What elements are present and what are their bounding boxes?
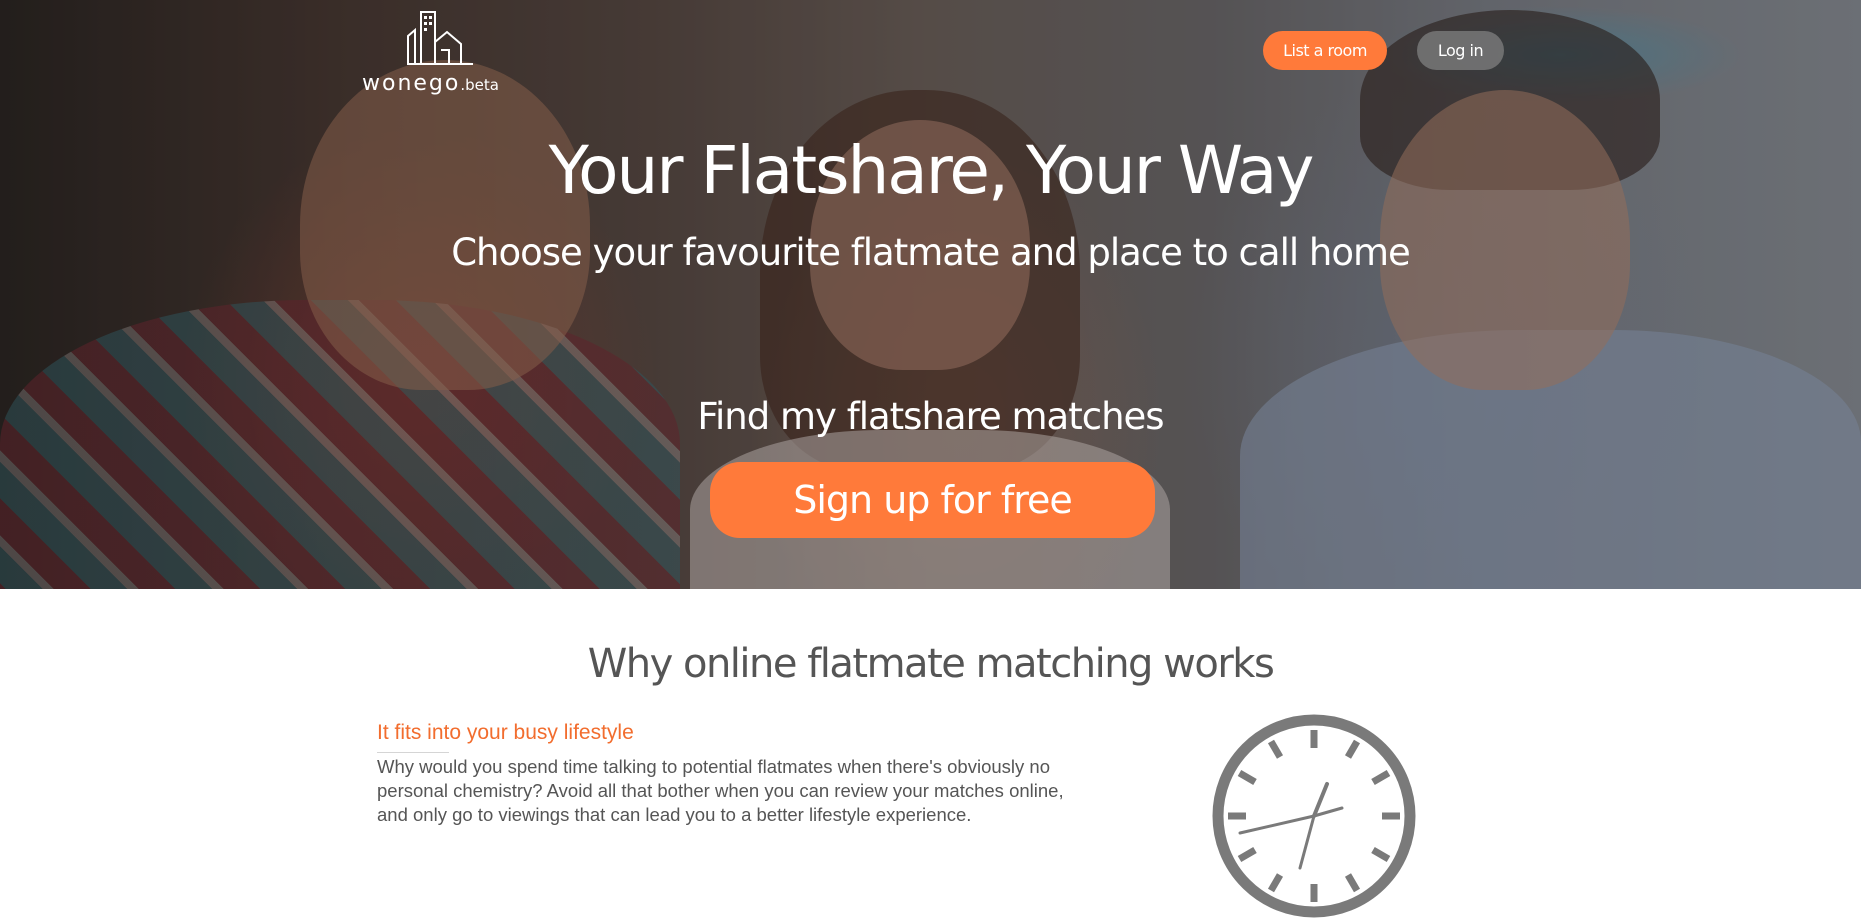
list-room-button[interactable]: List a room (1263, 31, 1387, 70)
feature-divider (377, 752, 449, 753)
logo-text: wonego (362, 71, 461, 96)
building-logo-icon (407, 11, 473, 65)
cta-heading: Find my flatshare matches (697, 395, 1164, 438)
logo-beta-suffix: .beta (460, 76, 499, 94)
site-logo[interactable]: wonego.beta (362, 8, 562, 96)
feature-title: It fits into your busy lifestyle (377, 721, 634, 744)
hero-subtitle: Choose your favourite flatmate and place… (451, 231, 1411, 274)
login-button[interactable]: Log in (1417, 31, 1504, 70)
hero-section: wonego.beta List a room Log in Your Flat… (0, 0, 1861, 589)
section-title: Why online flatmate matching works (587, 641, 1275, 687)
hero-title: Your Flatshare, Your Way (548, 132, 1315, 209)
logo-wordmark: wonego.beta (362, 71, 499, 96)
signup-button[interactable]: Sign up for free (710, 462, 1155, 538)
feature-body: Why would you spend time talking to pote… (377, 756, 1064, 825)
clock-icon (1212, 714, 1416, 918)
